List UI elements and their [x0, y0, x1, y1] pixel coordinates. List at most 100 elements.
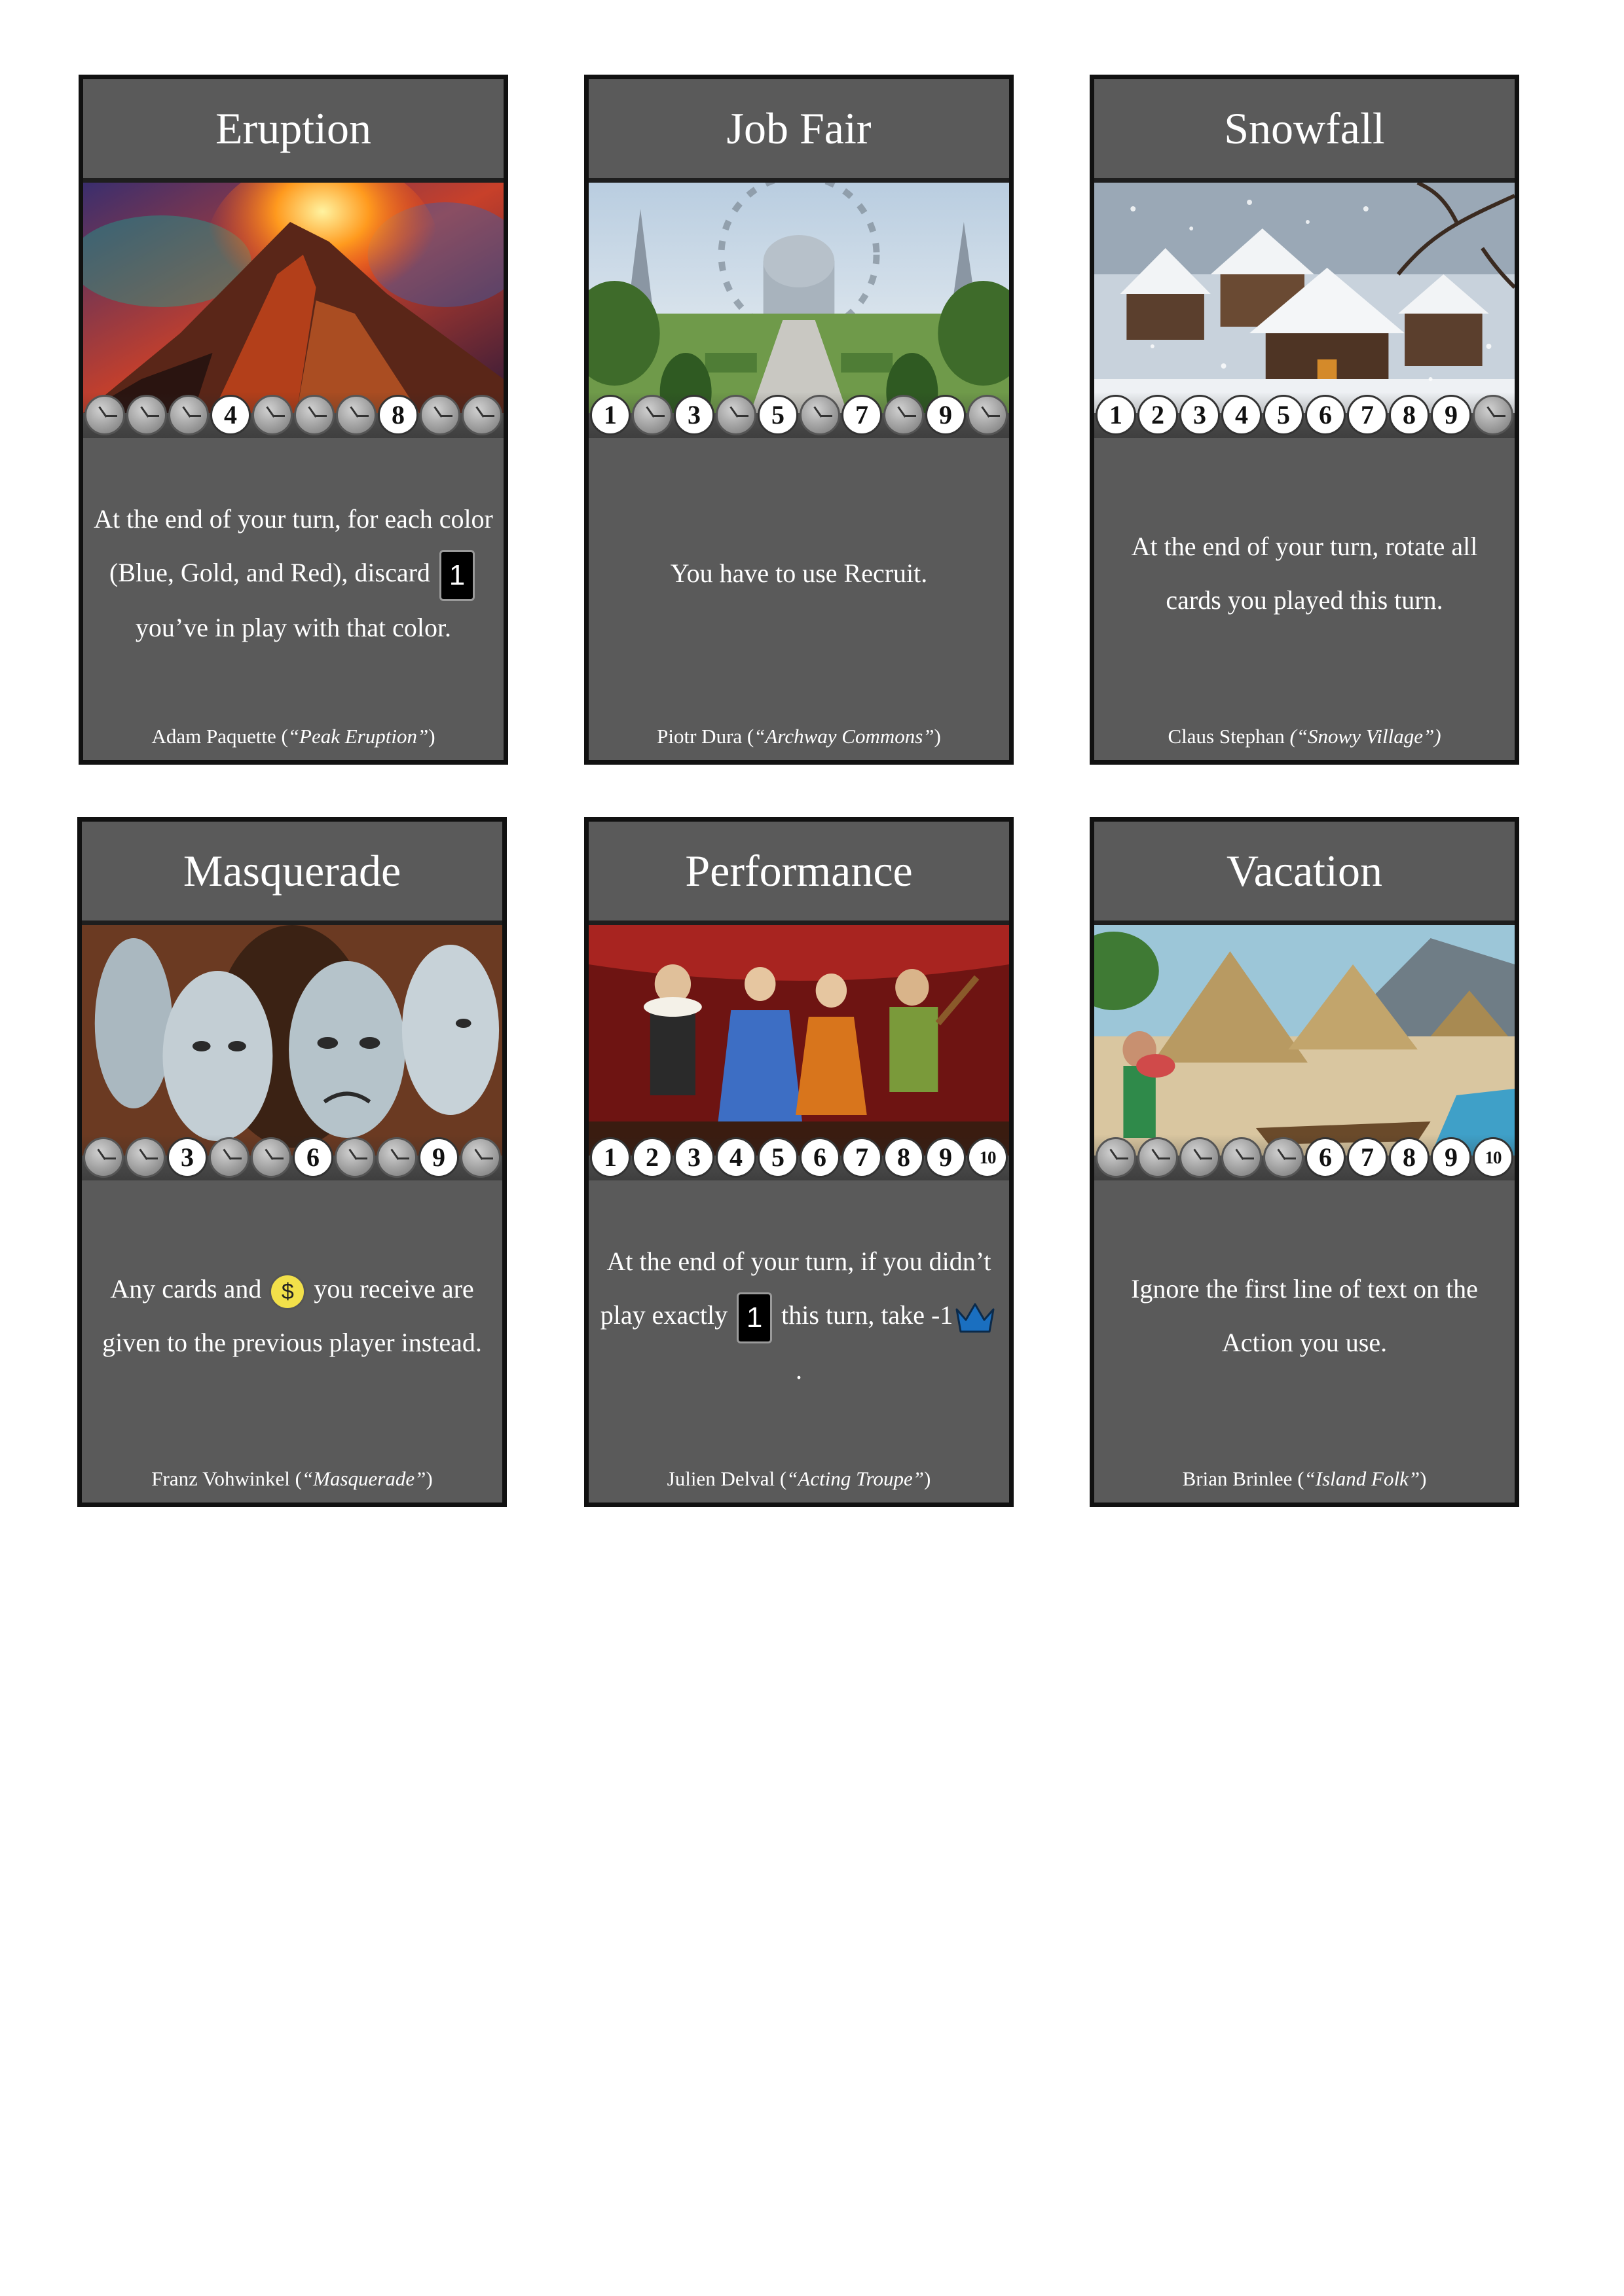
clock-number-9: 9	[925, 395, 966, 435]
clock-number-label: 9	[939, 400, 952, 429]
clock-number-1: 1	[590, 395, 631, 435]
clock-number-1: 1	[590, 1137, 631, 1178]
artist-name: Franz Vohwinkel (	[151, 1467, 302, 1490]
masks-artwork	[82, 925, 502, 1156]
clock-number-label: 9	[1445, 400, 1458, 429]
one-card-icon: 1	[439, 549, 475, 601]
clock-number-10: 10	[1473, 1137, 1513, 1178]
clock-number-label: 5	[1277, 400, 1290, 429]
clock-icon	[716, 395, 756, 435]
clock-number-label: 6	[306, 1142, 320, 1172]
stage-artwork	[589, 925, 1009, 1156]
clock-icon	[377, 1137, 417, 1178]
clock-number-3: 3	[674, 395, 714, 435]
card-title: Eruption	[83, 79, 504, 183]
clock-icon	[126, 395, 167, 435]
clock-number-6: 6	[293, 1137, 333, 1178]
clock-icon	[460, 1137, 501, 1178]
clock-number-label: 6	[1319, 1142, 1332, 1172]
clock-icon	[967, 395, 1008, 435]
snow-village-artwork	[1094, 183, 1515, 413]
clock-number-8: 8	[378, 395, 418, 435]
clock-number-6: 6	[1305, 1137, 1346, 1178]
clock-icon	[632, 395, 673, 435]
artist-name: Claus Stephan	[1168, 725, 1290, 748]
credit-close: )	[934, 725, 941, 748]
clock-icon	[1221, 1137, 1262, 1178]
clock-number-7: 7	[841, 395, 882, 435]
clock-number-label: 10	[979, 1147, 997, 1167]
art-credit: Piotr Dura (“Archway Commons”)	[589, 722, 1009, 751]
card-title: Job Fair	[589, 79, 1009, 183]
clock-number-9: 9	[1431, 395, 1471, 435]
clock-icon	[252, 395, 293, 435]
clock-number-5: 5	[1263, 395, 1304, 435]
clock-number-label: 7	[855, 400, 868, 429]
clock-strip: 3 6 9	[82, 1135, 502, 1180]
effect-text-part: Any cards and	[110, 1274, 268, 1303]
clock-number-label: 3	[1193, 400, 1206, 429]
clock-number-3: 3	[167, 1137, 208, 1178]
clock-number-4: 4	[716, 1137, 756, 1178]
clock-icon	[336, 395, 377, 435]
clock-number-7: 7	[1347, 395, 1388, 435]
art-credit: Adam Paquette (“Peak Eruption”)	[83, 722, 504, 751]
art-credit: Julien Delval (“Acting Troupe”)	[589, 1465, 1009, 1493]
clock-number-label: 8	[1403, 400, 1416, 429]
card-vacation: Vacation 6 7 8 9 10 Ignore the first line of…	[1090, 817, 1519, 1507]
clock-strip: 6 7 8 9 10	[1094, 1135, 1515, 1180]
crown-icon	[954, 1300, 996, 1336]
clock-number-3: 3	[674, 1137, 714, 1178]
credit-close: )	[1420, 1467, 1427, 1490]
clock-number-label: 4	[1235, 400, 1248, 429]
card-effect-text: Ignore the first line of text on the Act…	[1103, 1188, 1505, 1444]
clock-number-label: 9	[432, 1142, 445, 1172]
effect-text-part: .	[796, 1355, 802, 1385]
clock-number-2: 2	[1137, 395, 1178, 435]
artist-name: Julien Delval (	[667, 1467, 787, 1490]
clock-number-label: 4	[224, 400, 237, 429]
coin-icon: $	[269, 1273, 306, 1310]
clock-strip: 48	[83, 392, 504, 438]
card-effect-text: At the end of your turn, if you didn’t p…	[598, 1188, 1000, 1444]
city-artwork	[589, 183, 1009, 413]
card-eruption: Eruption 48 At the end of your turn, for	[79, 75, 508, 765]
clock-number-label: 8	[1403, 1142, 1416, 1172]
clock-icon	[125, 1137, 166, 1178]
artist-name: Piotr Dura (	[657, 725, 754, 748]
card-effect-text: You have to use Recruit.	[598, 446, 1000, 701]
clock-number-label: 1	[1109, 400, 1122, 429]
clock-number-5: 5	[758, 395, 798, 435]
clock-number-label: 6	[813, 1142, 826, 1172]
clock-number-1: 1	[1096, 395, 1136, 435]
clock-strip: 1 2 3 4 5 6 7 8 9 10	[589, 1135, 1009, 1180]
effect-text-part: Ignore the first line of text on the Act…	[1131, 1274, 1478, 1357]
art-credit: Franz Vohwinkel (“Masquerade”)	[82, 1465, 502, 1493]
clock-number-4: 4	[1221, 395, 1262, 435]
clock-number-7: 7	[1347, 1137, 1388, 1178]
clock-number-label: 3	[688, 1142, 701, 1172]
clock-number-label: 7	[1361, 400, 1374, 429]
clock-number-3: 3	[1179, 395, 1220, 435]
card-title: Performance	[589, 822, 1009, 925]
clock-number-label: 10	[1485, 1147, 1502, 1167]
clock-number-6: 6	[1305, 395, 1346, 435]
card-effect-text: Any cards and $ you receive are given to…	[91, 1188, 493, 1444]
clock-number-label: 2	[1151, 400, 1164, 429]
clock-number-4: 4	[210, 395, 251, 435]
one-card-icon: 1	[737, 1292, 773, 1343]
effect-text-part: this turn, take -1	[775, 1300, 953, 1330]
artwork-title: “Island Folk”	[1304, 1467, 1420, 1490]
art-credit: Brian Brinlee (“Island Folk”)	[1094, 1465, 1515, 1493]
island-artwork	[1094, 925, 1515, 1156]
card-snowfall: Snowfall 123456789 At the end of your tu…	[1090, 75, 1519, 765]
clock-icon	[209, 1137, 249, 1178]
clock-number-9: 9	[1431, 1137, 1471, 1178]
clock-number-label: 5	[771, 400, 784, 429]
clock-number-2: 2	[632, 1137, 673, 1178]
clock-number-9: 9	[418, 1137, 459, 1178]
clock-icon	[1263, 1137, 1304, 1178]
clock-icon	[1473, 395, 1513, 435]
clock-icon	[294, 395, 335, 435]
artist-name: Brian Brinlee (	[1182, 1467, 1304, 1490]
